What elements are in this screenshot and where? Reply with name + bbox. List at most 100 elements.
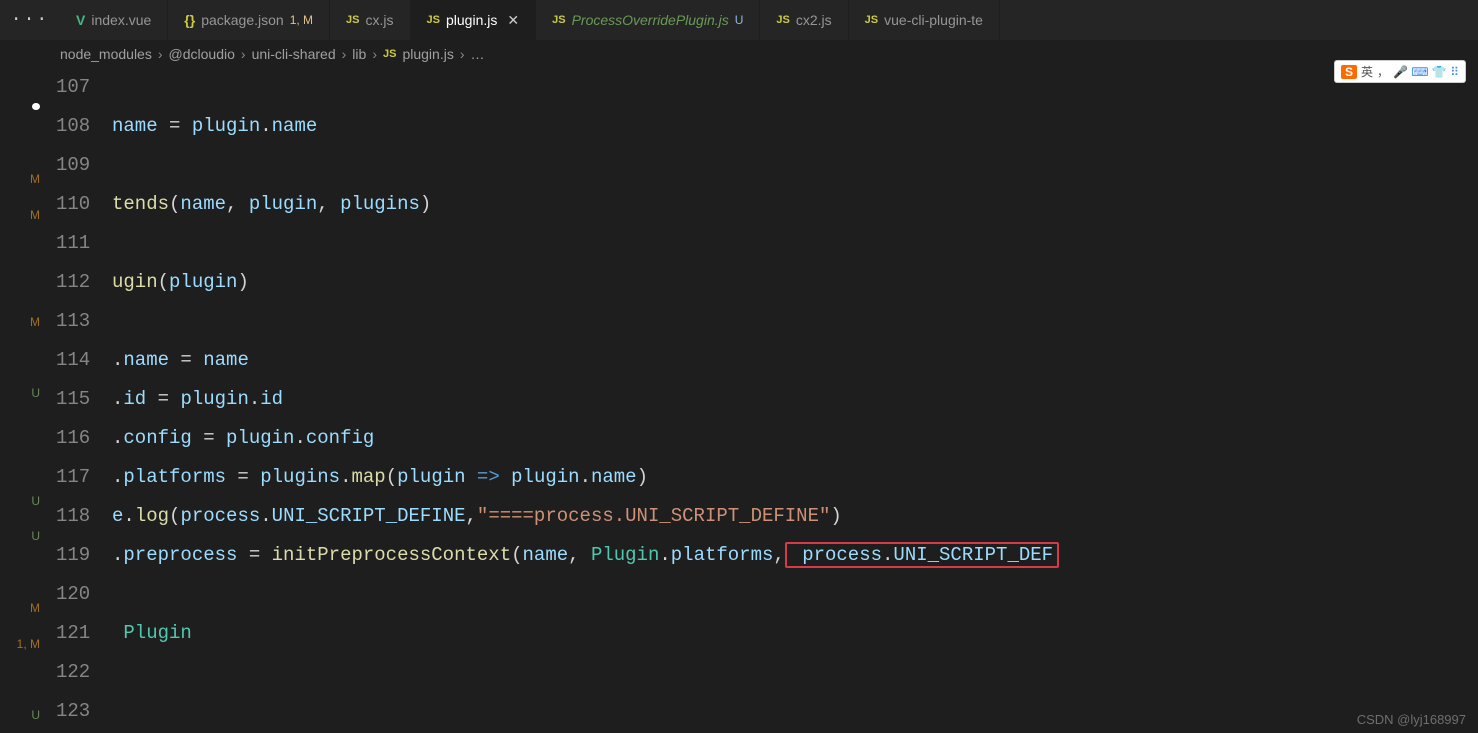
breadcrumb-segment[interactable]: @dcloudio [169, 46, 235, 62]
line-number: 115 [56, 380, 112, 419]
tab-filename: vue-cli-plugin-te [884, 12, 983, 28]
menu-button[interactable]: ··· [0, 0, 60, 40]
code-line[interactable]: 120 [56, 575, 1478, 614]
code-content[interactable]: .preprocess = initPreprocessContext(name… [112, 536, 1059, 575]
code-line[interactable]: 117.platforms = plugins.map(plugin => pl… [56, 458, 1478, 497]
token: = [169, 349, 203, 371]
scm-gutter: MMMUUUM1, MU [0, 40, 48, 733]
tab-plugin-js[interactable]: JSplugin.js✕ [411, 0, 537, 40]
token: id [123, 388, 146, 410]
token: = [237, 544, 271, 566]
code-content[interactable]: name = plugin.name [112, 107, 317, 146]
token: "====process.UNI_SCRIPT_DEFINE" [477, 505, 830, 527]
scm-indicator: U [31, 519, 40, 555]
token: UNI_SCRIPT_DEFINE [272, 505, 466, 527]
line-number: 107 [56, 68, 112, 107]
tab-modified-indicator: 1, M [290, 13, 313, 27]
breadcrumb-file[interactable]: plugin.js [402, 46, 453, 62]
code-content[interactable]: e.log(process.UNI_SCRIPT_DEFINE,"====pro… [112, 497, 842, 536]
ime-badge[interactable]: S 英 ， 🎤 ⌨ 👕 ⠿ [1334, 60, 1466, 83]
code-line[interactable]: 114.name = name [56, 341, 1478, 380]
code-content[interactable]: .platforms = plugins.map(plugin => plugi… [112, 458, 648, 497]
token: => [466, 466, 512, 488]
token: . [112, 388, 123, 410]
breadcrumb-segment[interactable]: uni-cli-shared [252, 46, 336, 62]
ime-sep: ， [1377, 63, 1389, 80]
line-number: 117 [56, 458, 112, 497]
token: . [112, 349, 123, 371]
tab-vue-cli-plugin-te[interactable]: JSvue-cli-plugin-te [849, 0, 1000, 40]
code-line[interactable]: 108name = plugin.name [56, 107, 1478, 146]
token: ( [511, 544, 522, 566]
token: ) [237, 271, 248, 293]
token: ugin [112, 271, 158, 293]
chevron-right-icon: › [158, 46, 163, 62]
line-number: 114 [56, 341, 112, 380]
code-content[interactable]: tends(name, plugin, plugins) [112, 185, 431, 224]
code-line[interactable]: 122 [56, 653, 1478, 692]
code-content[interactable]: Plugin [112, 614, 192, 653]
code-content[interactable]: ugin(plugin) [112, 263, 249, 302]
sogou-logo-icon: S [1341, 65, 1357, 79]
token: plugin [180, 388, 248, 410]
token: = [158, 115, 192, 137]
breadcrumb[interactable]: node_modules›@dcloudio›uni-cli-shared›li… [48, 40, 1478, 68]
tab-cx2-js[interactable]: JScx2.js [760, 0, 848, 40]
code-content[interactable]: .id = plugin.id [112, 380, 283, 419]
line-number: 122 [56, 653, 112, 692]
scm-indicator: 1, M [17, 626, 40, 662]
code-line[interactable]: 121 Plugin [56, 614, 1478, 653]
tab-bar: Vindex.vue{}package.json1, MJScx.jsJSplu… [60, 0, 1478, 40]
code-content[interactable]: .config = plugin.config [112, 419, 374, 458]
tab-modified-indicator: U [735, 13, 744, 27]
code-line[interactable]: 113 [56, 302, 1478, 341]
token: ) [830, 505, 841, 527]
tab-cx-js[interactable]: JScx.js [330, 0, 410, 40]
token: ( [158, 271, 169, 293]
code-line[interactable]: 118e.log(process.UNI_SCRIPT_DEFINE,"====… [56, 497, 1478, 536]
scm-indicator: M [30, 590, 40, 626]
line-number: 121 [56, 614, 112, 653]
code-content[interactable]: .name = name [112, 341, 249, 380]
close-icon[interactable]: ✕ [507, 12, 519, 29]
token: plugins [340, 193, 420, 215]
token: plugin [169, 271, 237, 293]
token: plugin [192, 115, 260, 137]
token: platforms [671, 544, 774, 566]
token: name [180, 193, 226, 215]
token: plugin [511, 466, 579, 488]
scm-indicator: M [30, 197, 40, 233]
code-line[interactable]: 115.id = plugin.id [56, 380, 1478, 419]
code-line[interactable]: 107 [56, 68, 1478, 107]
line-number: 116 [56, 419, 112, 458]
token: config [306, 427, 374, 449]
token: name [203, 349, 249, 371]
tab-filename: package.json [201, 12, 284, 28]
code-line[interactable]: 116.config = plugin.config [56, 419, 1478, 458]
tab-ProcessOverridePlugin-js[interactable]: JSProcessOverridePlugin.jsU [536, 0, 760, 40]
breadcrumb-trail[interactable]: … [471, 46, 485, 62]
breadcrumb-segment[interactable]: node_modules [60, 46, 152, 62]
code-line[interactable]: 119.preprocess = initPreprocessContext(n… [56, 536, 1478, 575]
tab-index-vue[interactable]: Vindex.vue [60, 0, 168, 40]
code-line[interactable]: 123 [56, 692, 1478, 731]
code-line[interactable]: 110tends(name, plugin, plugins) [56, 185, 1478, 224]
code-line[interactable]: 112ugin(plugin) [56, 263, 1478, 302]
breadcrumb-segment[interactable]: lib [352, 46, 366, 62]
tab-filename: cx2.js [796, 12, 832, 28]
token: name [272, 115, 318, 137]
token: plugin [226, 427, 294, 449]
token: . [260, 115, 271, 137]
token [112, 622, 123, 644]
tab-package-json[interactable]: {}package.json1, M [168, 0, 330, 40]
token: plugin [397, 466, 465, 488]
code-line[interactable]: 111 [56, 224, 1478, 263]
line-number: 118 [56, 497, 112, 536]
code-line[interactable]: 109 [56, 146, 1478, 185]
line-number: 109 [56, 146, 112, 185]
token: . [580, 466, 591, 488]
js-file-icon: JS [427, 14, 440, 26]
code-area[interactable]: 107108name = plugin.name109110tends(name… [48, 68, 1478, 731]
tab-filename: ProcessOverridePlugin.js [572, 12, 729, 28]
token: map [351, 466, 385, 488]
